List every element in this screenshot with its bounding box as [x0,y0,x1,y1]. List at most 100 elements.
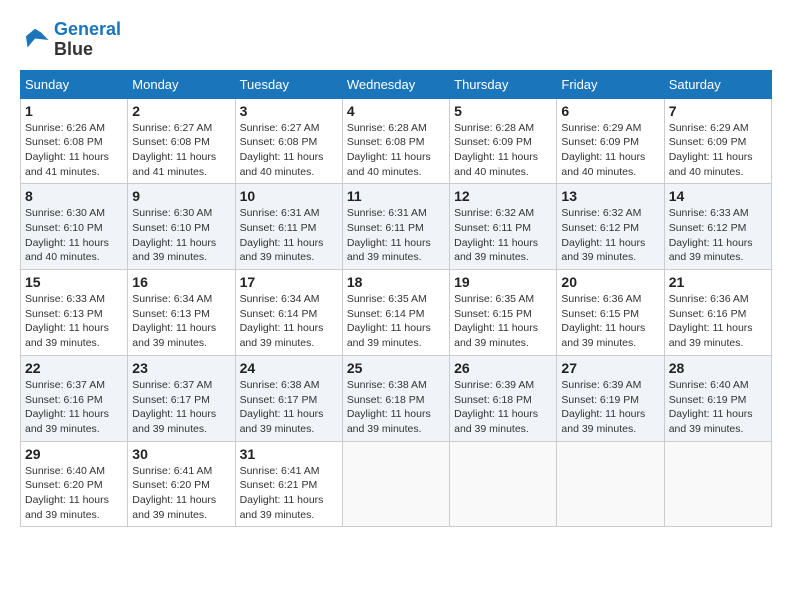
day-number: 4 [347,103,445,119]
day-number: 22 [25,360,123,376]
day-info: Sunrise: 6:28 AM Sunset: 6:09 PM Dayligh… [454,121,552,180]
day-info: Sunrise: 6:33 AM Sunset: 6:13 PM Dayligh… [25,292,123,351]
calendar-cell: 17 Sunrise: 6:34 AM Sunset: 6:14 PM Dayl… [235,270,342,356]
calendar-week-3: 15 Sunrise: 6:33 AM Sunset: 6:13 PM Dayl… [21,270,772,356]
day-number: 28 [669,360,767,376]
day-info: Sunrise: 6:40 AM Sunset: 6:20 PM Dayligh… [25,464,123,523]
day-number: 14 [669,188,767,204]
calendar-cell: 15 Sunrise: 6:33 AM Sunset: 6:13 PM Dayl… [21,270,128,356]
calendar-cell: 21 Sunrise: 6:36 AM Sunset: 6:16 PM Dayl… [664,270,771,356]
day-info: Sunrise: 6:37 AM Sunset: 6:16 PM Dayligh… [25,378,123,437]
day-number: 10 [240,188,338,204]
day-info: Sunrise: 6:29 AM Sunset: 6:09 PM Dayligh… [669,121,767,180]
day-info: Sunrise: 6:34 AM Sunset: 6:14 PM Dayligh… [240,292,338,351]
calendar-cell: 28 Sunrise: 6:40 AM Sunset: 6:19 PM Dayl… [664,355,771,441]
header-friday: Friday [557,70,664,98]
day-number: 29 [25,446,123,462]
calendar-cell: 19 Sunrise: 6:35 AM Sunset: 6:15 PM Dayl… [450,270,557,356]
day-info: Sunrise: 6:28 AM Sunset: 6:08 PM Dayligh… [347,121,445,180]
day-number: 7 [669,103,767,119]
day-info: Sunrise: 6:26 AM Sunset: 6:08 PM Dayligh… [25,121,123,180]
day-number: 19 [454,274,552,290]
day-number: 15 [25,274,123,290]
calendar-week-4: 22 Sunrise: 6:37 AM Sunset: 6:16 PM Dayl… [21,355,772,441]
day-info: Sunrise: 6:35 AM Sunset: 6:14 PM Dayligh… [347,292,445,351]
day-info: Sunrise: 6:38 AM Sunset: 6:18 PM Dayligh… [347,378,445,437]
header-thursday: Thursday [450,70,557,98]
day-number: 12 [454,188,552,204]
calendar-cell: 25 Sunrise: 6:38 AM Sunset: 6:18 PM Dayl… [342,355,449,441]
page-header: GeneralBlue [20,20,772,60]
day-number: 30 [132,446,230,462]
day-info: Sunrise: 6:29 AM Sunset: 6:09 PM Dayligh… [561,121,659,180]
day-number: 20 [561,274,659,290]
day-info: Sunrise: 6:40 AM Sunset: 6:19 PM Dayligh… [669,378,767,437]
calendar-table: SundayMondayTuesdayWednesdayThursdayFrid… [20,70,772,528]
day-info: Sunrise: 6:39 AM Sunset: 6:18 PM Dayligh… [454,378,552,437]
calendar-cell [664,441,771,527]
day-info: Sunrise: 6:41 AM Sunset: 6:21 PM Dayligh… [240,464,338,523]
day-number: 16 [132,274,230,290]
day-number: 2 [132,103,230,119]
day-number: 3 [240,103,338,119]
calendar-cell: 1 Sunrise: 6:26 AM Sunset: 6:08 PM Dayli… [21,98,128,184]
calendar-cell: 13 Sunrise: 6:32 AM Sunset: 6:12 PM Dayl… [557,184,664,270]
day-info: Sunrise: 6:34 AM Sunset: 6:13 PM Dayligh… [132,292,230,351]
day-info: Sunrise: 6:31 AM Sunset: 6:11 PM Dayligh… [240,206,338,265]
header-tuesday: Tuesday [235,70,342,98]
calendar-cell: 8 Sunrise: 6:30 AM Sunset: 6:10 PM Dayli… [21,184,128,270]
calendar-cell: 27 Sunrise: 6:39 AM Sunset: 6:19 PM Dayl… [557,355,664,441]
calendar-cell [342,441,449,527]
calendar-cell: 4 Sunrise: 6:28 AM Sunset: 6:08 PM Dayli… [342,98,449,184]
calendar-cell: 7 Sunrise: 6:29 AM Sunset: 6:09 PM Dayli… [664,98,771,184]
header-sunday: Sunday [21,70,128,98]
day-info: Sunrise: 6:35 AM Sunset: 6:15 PM Dayligh… [454,292,552,351]
day-info: Sunrise: 6:39 AM Sunset: 6:19 PM Dayligh… [561,378,659,437]
day-info: Sunrise: 6:32 AM Sunset: 6:12 PM Dayligh… [561,206,659,265]
calendar-cell: 6 Sunrise: 6:29 AM Sunset: 6:09 PM Dayli… [557,98,664,184]
day-number: 31 [240,446,338,462]
day-info: Sunrise: 6:32 AM Sunset: 6:11 PM Dayligh… [454,206,552,265]
day-info: Sunrise: 6:27 AM Sunset: 6:08 PM Dayligh… [240,121,338,180]
day-number: 27 [561,360,659,376]
day-number: 5 [454,103,552,119]
header-wednesday: Wednesday [342,70,449,98]
day-number: 17 [240,274,338,290]
calendar-cell: 20 Sunrise: 6:36 AM Sunset: 6:15 PM Dayl… [557,270,664,356]
day-info: Sunrise: 6:30 AM Sunset: 6:10 PM Dayligh… [132,206,230,265]
calendar-cell: 9 Sunrise: 6:30 AM Sunset: 6:10 PM Dayli… [128,184,235,270]
day-info: Sunrise: 6:30 AM Sunset: 6:10 PM Dayligh… [25,206,123,265]
day-info: Sunrise: 6:38 AM Sunset: 6:17 PM Dayligh… [240,378,338,437]
day-number: 26 [454,360,552,376]
day-info: Sunrise: 6:31 AM Sunset: 6:11 PM Dayligh… [347,206,445,265]
calendar-cell: 10 Sunrise: 6:31 AM Sunset: 6:11 PM Dayl… [235,184,342,270]
calendar-cell: 11 Sunrise: 6:31 AM Sunset: 6:11 PM Dayl… [342,184,449,270]
day-number: 25 [347,360,445,376]
calendar-cell: 22 Sunrise: 6:37 AM Sunset: 6:16 PM Dayl… [21,355,128,441]
day-number: 6 [561,103,659,119]
day-number: 9 [132,188,230,204]
day-info: Sunrise: 6:36 AM Sunset: 6:15 PM Dayligh… [561,292,659,351]
logo-icon [20,25,50,55]
logo-text: GeneralBlue [54,20,121,60]
day-number: 21 [669,274,767,290]
day-info: Sunrise: 6:36 AM Sunset: 6:16 PM Dayligh… [669,292,767,351]
day-number: 8 [25,188,123,204]
calendar-week-1: 1 Sunrise: 6:26 AM Sunset: 6:08 PM Dayli… [21,98,772,184]
day-info: Sunrise: 6:33 AM Sunset: 6:12 PM Dayligh… [669,206,767,265]
calendar-cell: 18 Sunrise: 6:35 AM Sunset: 6:14 PM Dayl… [342,270,449,356]
day-number: 11 [347,188,445,204]
calendar-cell: 24 Sunrise: 6:38 AM Sunset: 6:17 PM Dayl… [235,355,342,441]
day-info: Sunrise: 6:37 AM Sunset: 6:17 PM Dayligh… [132,378,230,437]
calendar-cell [450,441,557,527]
calendar-cell: 16 Sunrise: 6:34 AM Sunset: 6:13 PM Dayl… [128,270,235,356]
calendar-cell: 23 Sunrise: 6:37 AM Sunset: 6:17 PM Dayl… [128,355,235,441]
day-number: 24 [240,360,338,376]
logo: GeneralBlue [20,20,121,60]
calendar-cell: 26 Sunrise: 6:39 AM Sunset: 6:18 PM Dayl… [450,355,557,441]
header-monday: Monday [128,70,235,98]
calendar-cell: 29 Sunrise: 6:40 AM Sunset: 6:20 PM Dayl… [21,441,128,527]
calendar-cell: 12 Sunrise: 6:32 AM Sunset: 6:11 PM Dayl… [450,184,557,270]
calendar-header-row: SundayMondayTuesdayWednesdayThursdayFrid… [21,70,772,98]
calendar-cell: 2 Sunrise: 6:27 AM Sunset: 6:08 PM Dayli… [128,98,235,184]
